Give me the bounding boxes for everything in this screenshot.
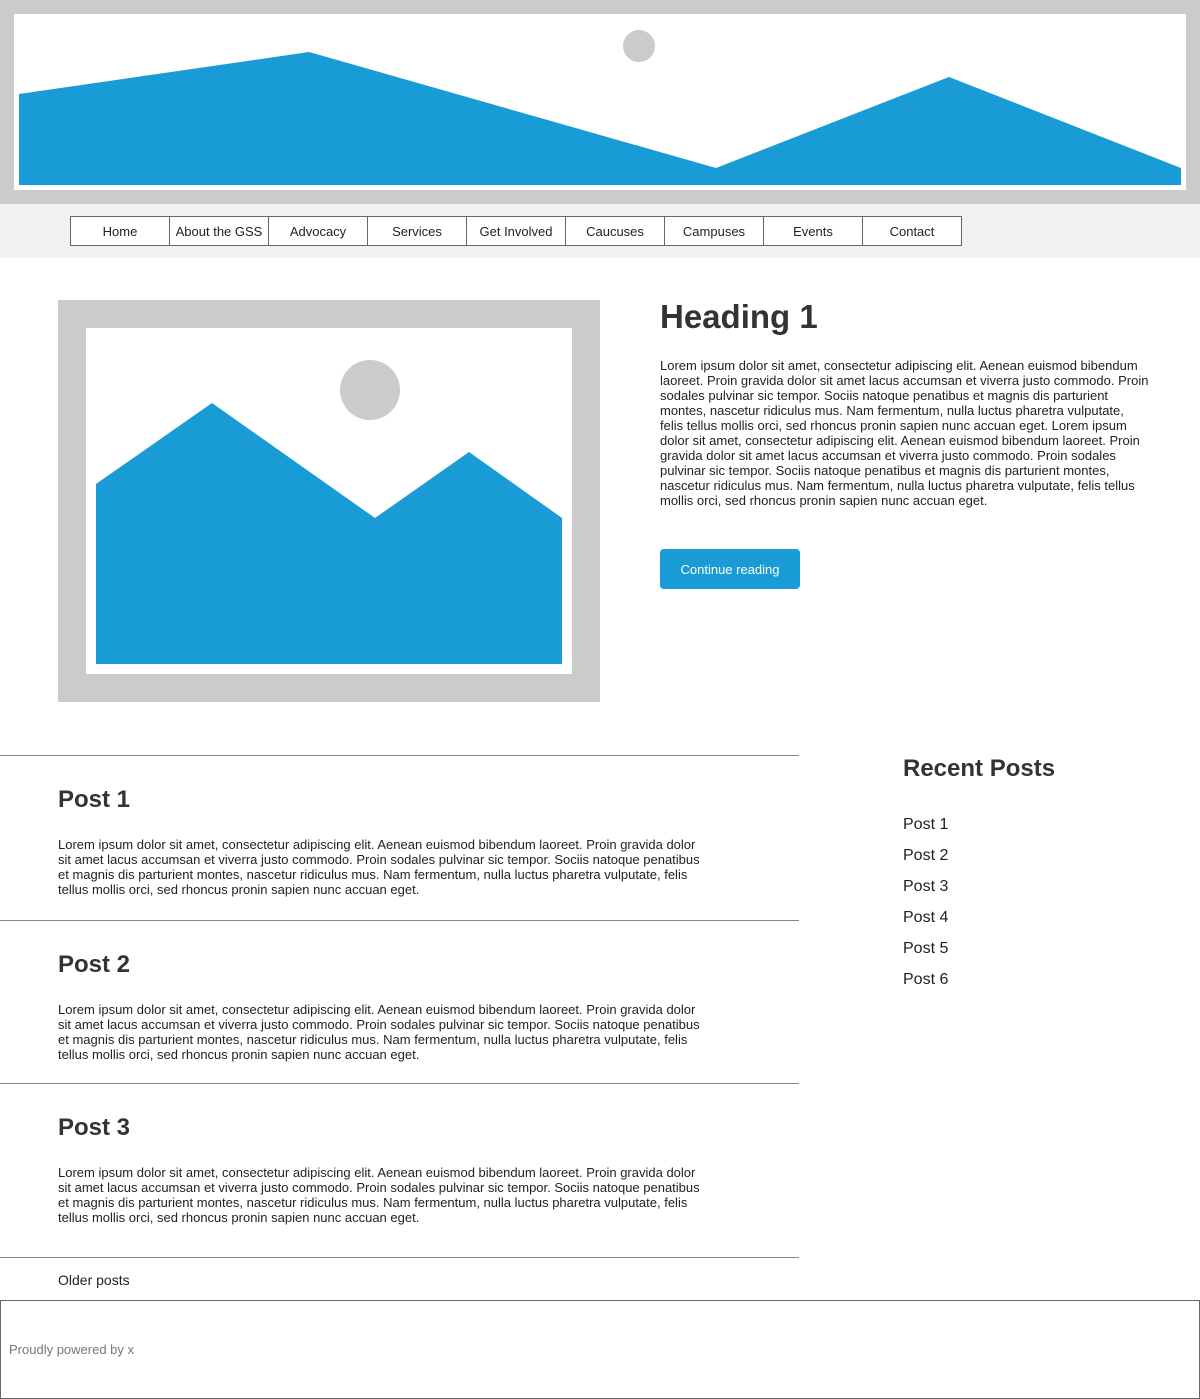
header-banner-image <box>14 14 1186 190</box>
post-title[interactable]: Post 3 <box>58 1114 130 1142</box>
nav-item-home[interactable]: Home <box>70 216 170 246</box>
featured-body: Lorem ipsum dolor sit amet, consectetur … <box>660 358 1149 508</box>
recent-post-link[interactable]: Post 4 <box>903 909 948 940</box>
nav-item-contact[interactable]: Contact <box>862 216 962 246</box>
image-placeholder-icon <box>19 30 1181 185</box>
nav-item-campuses[interactable]: Campuses <box>664 216 764 246</box>
recent-post-link[interactable]: Post 6 <box>903 971 948 1002</box>
divider <box>0 1257 799 1258</box>
post-excerpt: Lorem ipsum dolor sit amet, consectetur … <box>58 837 700 897</box>
footer-credit: Proudly powered by x <box>9 1342 135 1357</box>
recent-post-link[interactable]: Post 2 <box>903 847 948 878</box>
nav-item-advocacy[interactable]: Advocacy <box>268 216 368 246</box>
older-posts-link[interactable]: Older posts <box>58 1272 130 1288</box>
recent-post-link[interactable]: Post 5 <box>903 940 948 971</box>
post-excerpt: Lorem ipsum dolor sit amet, consectetur … <box>58 1002 700 1062</box>
divider <box>0 920 799 921</box>
nav-item-about[interactable]: About the GSS <box>169 216 269 246</box>
nav-item-services[interactable]: Services <box>367 216 467 246</box>
recent-post-link[interactable]: Post 1 <box>903 816 948 847</box>
footer: Proudly powered by x <box>0 1300 1200 1399</box>
header-banner <box>0 0 1200 204</box>
post-excerpt: Lorem ipsum dolor sit amet, consectetur … <box>58 1165 700 1225</box>
divider <box>0 1083 799 1084</box>
featured-image-frame <box>86 328 572 674</box>
featured-heading: Heading 1 <box>660 298 818 335</box>
divider <box>0 755 799 756</box>
featured-image <box>58 300 600 702</box>
image-placeholder-icon <box>96 360 562 664</box>
nav-bar: Home About the GSS Advocacy Services Get… <box>0 204 1200 258</box>
recent-posts-list: Post 1 Post 2 Post 3 Post 4 Post 5 Post … <box>903 816 948 1002</box>
post-title[interactable]: Post 1 <box>58 786 130 814</box>
post-title[interactable]: Post 2 <box>58 951 130 979</box>
nav-item-get-involved[interactable]: Get Involved <box>466 216 566 246</box>
nav-item-events[interactable]: Events <box>763 216 863 246</box>
continue-reading-button[interactable]: Continue reading <box>660 549 800 589</box>
recent-posts-title: Recent Posts <box>903 755 1056 782</box>
recent-post-link[interactable]: Post 3 <box>903 878 948 909</box>
nav-item-caucuses[interactable]: Caucuses <box>565 216 665 246</box>
nav-menu: Home About the GSS Advocacy Services Get… <box>70 216 962 246</box>
